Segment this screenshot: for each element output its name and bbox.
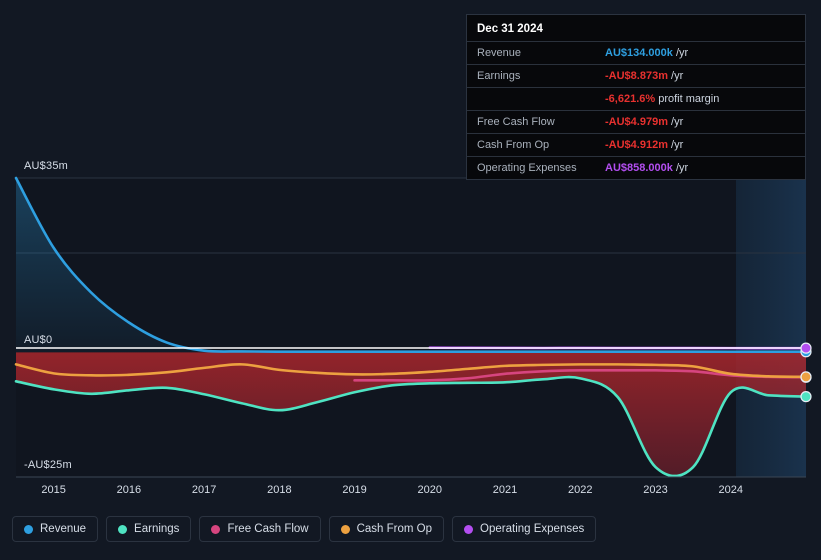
x-axis-tick-2021: 2021	[492, 484, 518, 496]
legend-item-operating-expenses[interactable]: Operating Expenses	[452, 516, 597, 542]
tooltip-row-unit: /yr	[667, 70, 684, 82]
tooltip-row: Operating Expenses AU$858.000k /yr	[467, 156, 805, 179]
x-axis-tick-2015: 2015	[41, 484, 66, 496]
tooltip-row-unit: profit margin	[655, 93, 720, 105]
tooltip-row-unit: /yr	[672, 47, 689, 59]
legend-item-cash-from-op[interactable]: Cash From Op	[328, 516, 445, 542]
legend-item-label: Earnings	[134, 523, 180, 535]
x-axis-tick-2023: 2023	[643, 484, 668, 496]
chart-root: AU$35m AU$0 -AU$25m 2015 2016 2017 2018 2019…	[0, 0, 821, 560]
tooltip-row-amount: AU$134.000k	[605, 47, 673, 59]
x-axis-tick-2018: 2018	[267, 484, 292, 496]
tooltip-row-label: Cash From Op	[477, 139, 550, 151]
tooltip-row-amount: -AU$4.912m	[605, 139, 668, 151]
x-axis-tick-2019: 2019	[342, 484, 367, 496]
tooltip-row: Revenue AU$134.000k /yr	[467, 41, 805, 64]
endpoint-cash-from-op	[800, 371, 812, 383]
data-tooltip: Dec 31 2024 Revenue AU$134.000k /yr Earnin…	[466, 14, 806, 180]
y-axis-label-zero: AU$0	[24, 334, 53, 346]
legend-color-dot	[118, 524, 128, 534]
legend-item-label: Free Cash Flow	[227, 523, 309, 535]
legend-color-dot	[24, 524, 33, 534]
tooltip-rows: Revenue AU$134.000k /yr Earnings -AU$8.873m…	[467, 41, 805, 179]
legend-item-label: Cash From Op	[356, 523, 433, 535]
chart-legend: Revenue Earnings Free Cash Flow Cash From O…	[12, 516, 597, 542]
tooltip-row-value: AU$134.000k /yr	[605, 47, 688, 59]
tooltip-row-label: Earnings	[477, 70, 521, 82]
legend-item-label: Revenue	[40, 523, 87, 535]
legend-item-free-cash-flow[interactable]: Free Cash Flow	[199, 516, 321, 542]
tooltip-row-amount: AU$858.000k	[605, 162, 673, 174]
endpoint-operating-expenses	[800, 342, 812, 354]
tooltip-row-unit: /yr	[667, 116, 684, 128]
legend-item-earnings[interactable]: Earnings	[106, 516, 192, 542]
tooltip-row-value: -AU$4.912m /yr	[605, 139, 683, 151]
tooltip-row-amount: -6,621.6%	[605, 93, 656, 105]
forecast-band	[736, 178, 806, 477]
x-axis-tick-2016: 2016	[116, 484, 142, 496]
y-axis-label-top: AU$35m	[24, 160, 68, 172]
tooltip-row-amount: -AU$4.979m	[605, 116, 668, 128]
x-axis-tick-2022: 2022	[568, 484, 593, 496]
tooltip-row-label: Revenue	[477, 47, 522, 59]
tooltip-row: Earnings -AU$8.873m /yr	[467, 64, 805, 87]
tooltip-row-label: Free Cash Flow	[477, 116, 555, 128]
legend-color-dot	[211, 524, 221, 534]
tooltip-row-value: -6,621.6% profit margin	[605, 93, 719, 105]
x-axis-tick-2024: 2024	[718, 484, 743, 496]
tooltip-row-value: -AU$8.873m /yr	[605, 70, 683, 82]
tooltip-row: Free Cash Flow -AU$4.979m /yr	[467, 110, 805, 133]
legend-item-label: Operating Expenses	[480, 523, 585, 535]
x-axis-tick-2020: 2020	[417, 484, 443, 496]
tooltip-row-value: -AU$4.979m /yr	[605, 116, 683, 128]
endpoint-earnings	[800, 391, 812, 403]
legend-color-dot	[464, 524, 474, 534]
tooltip-row-value: AU$858.000k /yr	[605, 162, 688, 174]
legend-item-revenue[interactable]: Revenue	[12, 516, 99, 542]
legend-color-dot	[340, 524, 350, 534]
tooltip-row-amount: -AU$8.873m	[605, 70, 668, 82]
x-axis-tick-2017: 2017	[191, 484, 217, 496]
y-axis-label-bottom: -AU$25m	[24, 459, 72, 471]
tooltip-row: -6,621.6% profit margin	[467, 87, 805, 110]
tooltip-row-unit: /yr	[667, 139, 684, 151]
tooltip-row: Cash From Op -AU$4.912m /yr	[467, 133, 805, 156]
tooltip-row-unit: /yr	[672, 162, 689, 174]
tooltip-date: Dec 31 2024	[477, 23, 543, 35]
tooltip-row-label: Operating Expenses	[477, 162, 577, 174]
